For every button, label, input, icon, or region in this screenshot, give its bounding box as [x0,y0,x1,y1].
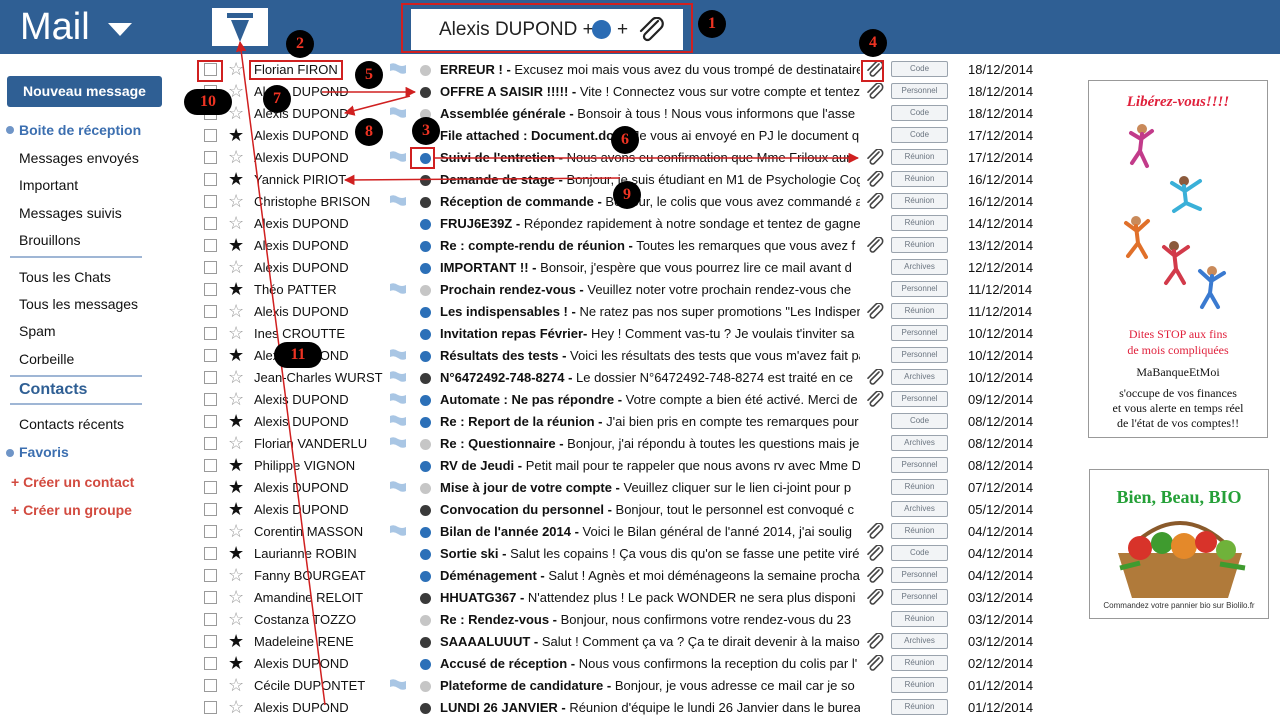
annotation-marker-6: 6 [611,126,639,154]
annotation-marker-5: 5 [355,61,383,89]
annotation-marker-8: 8 [355,118,383,146]
mail-app: Mail Alexis DUPOND + + Nouveau message B… [0,0,1280,720]
annotation-marker-9: 9 [613,181,641,209]
annotation-marker-4: 4 [859,29,887,57]
annotation-marker-1: 1 [698,10,726,38]
annotation-marker-7: 7 [263,85,291,113]
annotation-marker-11: 11 [274,342,322,368]
annotation-marker-3: 3 [412,117,440,145]
annotation-marker-2: 2 [286,30,314,58]
annotation-marker-10: 10 [184,89,232,115]
